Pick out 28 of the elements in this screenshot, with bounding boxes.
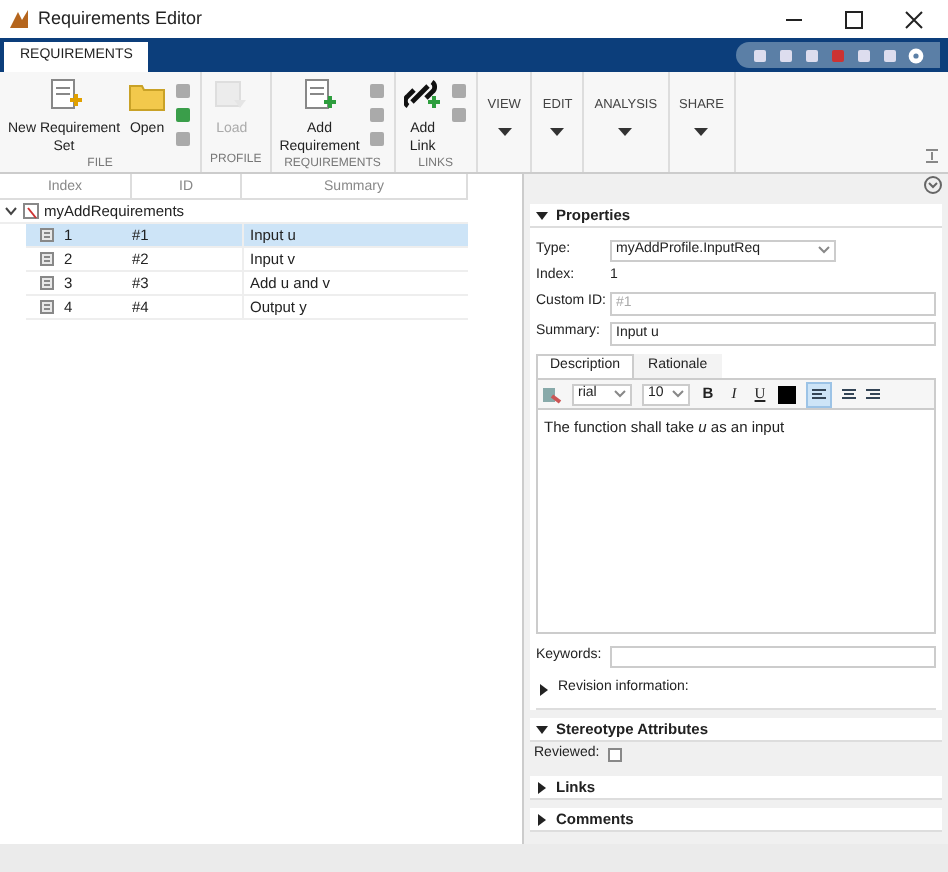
expanded-triangle-icon bbox=[534, 207, 550, 223]
help-icon[interactable] bbox=[908, 47, 924, 63]
collapse-ribbon-icon[interactable] bbox=[924, 148, 940, 164]
align-left-icon bbox=[812, 387, 826, 401]
collapsed-triangle-icon bbox=[536, 681, 552, 697]
window-title: Requirements Editor bbox=[38, 5, 203, 32]
requirement-icon bbox=[40, 276, 54, 290]
collapse-panel-icon[interactable] bbox=[924, 176, 942, 194]
caret-icon bbox=[550, 127, 565, 136]
chevron-down-icon[interactable] bbox=[4, 204, 18, 218]
caret-icon bbox=[618, 127, 633, 136]
align-left-button[interactable] bbox=[806, 381, 832, 407]
text-color-swatch[interactable] bbox=[778, 385, 796, 403]
chevron-down-icon bbox=[614, 390, 626, 398]
keywords-field[interactable] bbox=[610, 645, 936, 667]
align-center-icon[interactable] bbox=[842, 387, 856, 401]
reviewed-checkbox[interactable] bbox=[607, 748, 622, 762]
caret-icon bbox=[694, 127, 709, 136]
requirement-icon bbox=[40, 228, 54, 242]
requirement-icon bbox=[40, 300, 54, 314]
expanded-triangle-icon bbox=[534, 721, 550, 737]
requirement-icon bbox=[40, 252, 54, 266]
chevron-down-icon bbox=[818, 246, 830, 254]
caret-icon bbox=[497, 127, 512, 136]
align-right-icon[interactable] bbox=[866, 387, 880, 401]
chevron-down-icon bbox=[672, 390, 684, 398]
app-icon bbox=[8, 8, 30, 30]
requirement-set-icon bbox=[22, 202, 40, 220]
